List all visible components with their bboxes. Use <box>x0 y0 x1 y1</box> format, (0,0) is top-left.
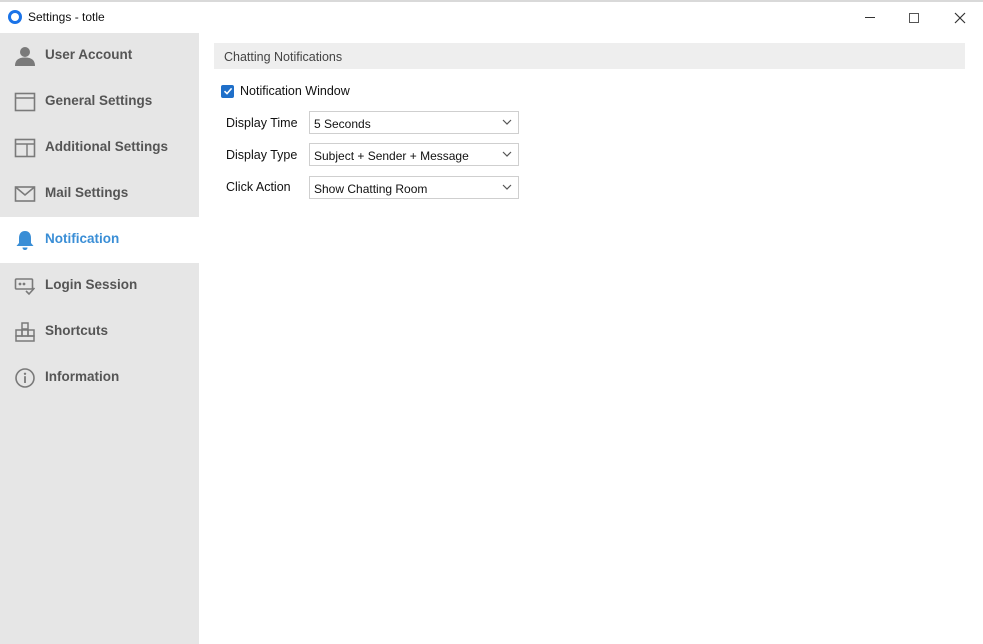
sidebar-item-label: User Account <box>45 47 133 62</box>
window-icon <box>14 91 36 113</box>
display-time-value: 5 Seconds <box>314 117 371 131</box>
display-time-select[interactable]: 5 Seconds <box>309 111 519 134</box>
mail-icon <box>14 183 36 205</box>
checkmark-icon <box>223 87 232 95</box>
sidebar-item-label: General Settings <box>45 93 153 108</box>
sidebar-item-information[interactable]: Information <box>0 355 199 401</box>
click-action-select[interactable]: Show Chatting Room <box>309 176 519 199</box>
section-header: Chatting Notifications <box>214 43 965 69</box>
bell-icon <box>14 229 36 251</box>
notification-window-checkbox[interactable] <box>221 84 234 98</box>
display-time-label: Display Time <box>226 116 298 130</box>
display-type-select[interactable]: Subject + Sender + Message <box>309 143 519 166</box>
window-title: Settings - totle <box>28 10 105 24</box>
display-type-label: Display Type <box>226 148 298 162</box>
title-bar[interactable]: Settings - totle <box>0 2 983 33</box>
panel-icon <box>14 137 36 159</box>
app-logo-icon <box>8 10 22 24</box>
sidebar: User Account General Settings Additional… <box>0 33 199 644</box>
sidebar-item-additional-settings[interactable]: Additional Settings <box>0 125 199 171</box>
maximize-icon <box>909 12 919 23</box>
click-action-value: Show Chatting Room <box>314 182 428 196</box>
maximize-button[interactable] <box>891 2 937 33</box>
sidebar-item-general-settings[interactable]: General Settings <box>0 79 199 125</box>
sidebar-item-label: Mail Settings <box>45 185 129 200</box>
sidebar-item-user-account[interactable]: User Account <box>0 33 199 79</box>
keyboard-icon <box>14 321 36 343</box>
sidebar-item-label: Information <box>45 369 120 384</box>
sidebar-item-shortcuts[interactable]: Shortcuts <box>0 309 199 355</box>
sidebar-item-mail-settings[interactable]: Mail Settings <box>0 171 199 217</box>
sidebar-item-label: Login Session <box>45 277 138 292</box>
display-type-value: Subject + Sender + Message <box>314 149 469 163</box>
chevron-down-icon <box>502 184 512 190</box>
session-icon <box>14 275 36 297</box>
sidebar-item-login-session[interactable]: Login Session <box>0 263 199 309</box>
notification-window-label: Notification Window <box>240 84 350 98</box>
chevron-down-icon <box>502 119 512 125</box>
click-action-label: Click Action <box>226 180 291 194</box>
info-icon <box>14 367 36 389</box>
settings-window: Settings - totle User Account General Se… <box>0 0 983 644</box>
user-icon <box>14 45 36 67</box>
section-title: Chatting Notifications <box>224 50 343 64</box>
sidebar-item-label: Shortcuts <box>45 323 109 338</box>
notification-window-option[interactable]: Notification Window <box>221 83 350 99</box>
chevron-down-icon <box>502 151 512 157</box>
close-icon <box>954 12 966 23</box>
minimize-button[interactable] <box>847 2 893 33</box>
minimize-icon <box>865 17 875 18</box>
sidebar-item-label: Notification <box>45 231 120 246</box>
sidebar-item-notification[interactable]: Notification <box>0 217 199 263</box>
close-button[interactable] <box>937 2 983 33</box>
sidebar-item-label: Additional Settings <box>45 139 168 154</box>
